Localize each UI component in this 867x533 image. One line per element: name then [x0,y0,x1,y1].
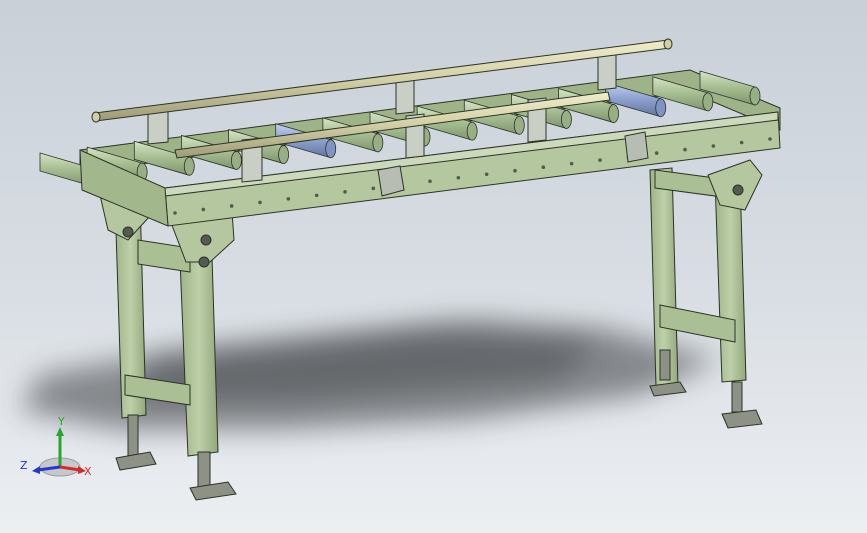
rail-bolt [286,197,291,201]
rail-bolt [739,140,744,145]
rail-bolt [371,186,376,191]
y-axis-arrowhead [56,427,64,436]
roller-end-cap [325,139,337,159]
rail-bolt [428,179,432,184]
rail-bolt [343,190,347,194]
roller-end-cap [655,98,667,118]
rail-bolt [569,161,574,166]
rail-bolt [201,207,206,212]
roller-end-cap [561,110,572,129]
roller-end-cap [372,133,384,153]
roller-end-cap [513,115,525,135]
rail-bolt [541,165,546,169]
z-axis-arrowhead [32,466,40,474]
roller-end-cap [702,92,714,112]
graphics-viewport[interactable]: Y X Z [0,0,867,533]
roller-end-cap [749,86,761,106]
rail-bolt [598,158,602,162]
roller-end-cap [231,151,242,170]
x-axis-label: X [84,465,92,478]
rail-bolt [229,204,234,208]
back-right-leg [649,159,763,429]
roller-end-cap [608,104,619,123]
rail-bolt [683,147,687,152]
rail-bolt [258,200,262,205]
rail-bolt [173,211,177,215]
rail-bolt [768,137,772,141]
rail-bolt [654,151,659,155]
y-axis-label: Y [57,415,65,428]
coordinate-triad: Y X Z [20,415,92,478]
roller-conveyor-model[interactable] [0,0,867,533]
rail-bolt [513,168,517,173]
rail-bolt [314,193,319,198]
roller-end-cap [183,156,195,176]
roller-end-cap [278,145,289,164]
rail-bolt [484,172,489,177]
z-axis-label: Z [20,459,28,472]
rail-bolt [456,175,461,180]
roller-end-cap [466,121,478,141]
rail-bolt [711,144,716,148]
